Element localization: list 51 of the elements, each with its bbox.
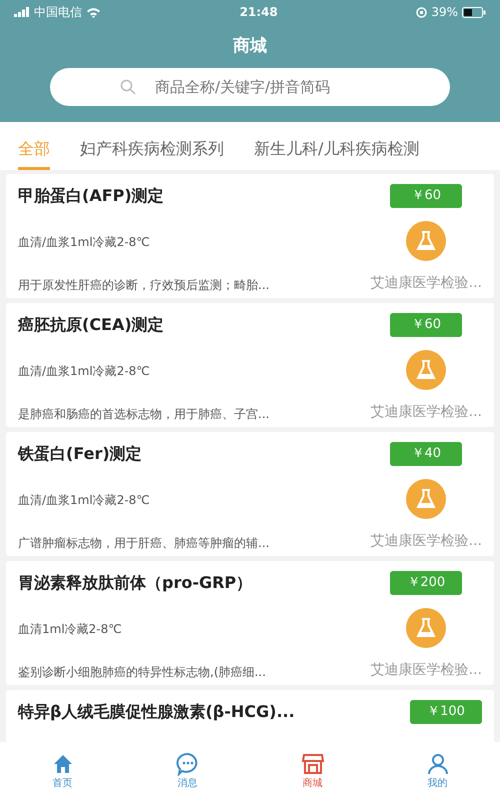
carrier-name: 中国电信	[34, 4, 82, 21]
chat-bubble-icon	[176, 752, 200, 776]
flask-icon	[406, 220, 446, 260]
person-icon	[426, 752, 450, 776]
search-field[interactable]: 商品全称/关键字/拼音简码	[50, 68, 450, 106]
wifi-icon	[86, 6, 101, 18]
signal-icon	[14, 7, 30, 17]
product-title: 癌胚抗原(CEA)测定	[18, 314, 165, 336]
product-card[interactable]: 癌胚抗原(CEA)测定 血清/血浆1ml冷藏2-8℃ 是肺癌和肠癌的首选标志物，用于肺癌、子宫... ￥60 艾迪康医学检验...	[6, 303, 494, 427]
price-button[interactable]: ￥100	[410, 700, 482, 724]
storefront-icon	[300, 752, 324, 776]
price-button[interactable]: ￥40	[390, 442, 462, 466]
status-time: 21:48	[238, 4, 279, 21]
nav-tab[interactable]: 首页	[0, 750, 125, 792]
product-description: 用于原发性肝癌的诊断，疗效预后监测；畸胎...	[18, 277, 270, 294]
product-title: 铁蛋白(Fer)测定	[18, 443, 143, 465]
sample-spec: 血清/血浆1ml冷藏2-8℃	[18, 492, 151, 509]
sample-spec: 血清/血浆1ml冷藏2-8℃	[18, 363, 151, 380]
sample-spec: 血清/血浆1ml冷藏2-8℃	[18, 234, 151, 251]
category-tab[interactable]: 妇产科疾病检测系列	[80, 129, 224, 170]
product-description: 广谱肿瘤标志物，用于肝癌、肺癌等肿瘤的辅...	[18, 535, 270, 552]
price-button[interactable]: ￥200	[390, 571, 462, 595]
product-card[interactable]: 铁蛋白(Fer)测定 血清/血浆1ml冷藏2-8℃ 广谱肿瘤标志物，用于肝癌、肺癌等肿瘤的辅... ￥40 艾迪康医学检验...	[6, 432, 494, 556]
category-tab[interactable]: 全部	[18, 129, 50, 170]
product-title: 特异β人绒毛膜促性腺激素(β-HCG)...	[18, 701, 296, 723]
nav-tab[interactable]: 我的	[375, 750, 500, 792]
category-tab[interactable]: 新生儿科/儿科疾病检测	[254, 129, 420, 170]
flask-icon	[406, 608, 446, 648]
product-title: 甲胎蛋白(AFP)测定	[18, 185, 165, 207]
rotation-lock-icon	[416, 6, 428, 18]
nav-tab[interactable]: 商城	[250, 750, 375, 792]
sample-spec: 血清1ml冷藏2-8℃	[18, 621, 123, 638]
flask-icon	[406, 350, 446, 390]
battery-percent: 39%	[431, 4, 458, 21]
vendor-name: 艾迪康医学检验...	[370, 274, 482, 293]
battery-icon	[462, 6, 486, 18]
price-button[interactable]: ￥60	[390, 313, 462, 337]
product-title: 胃泌素释放肽前体（pro-GRP）	[18, 572, 254, 594]
product-card[interactable]: 胃泌素释放肽前体（pro-GRP） 血清1ml冷藏2-8℃ 鉴别诊断小细胞肺癌的特异性标志物,(肺癌细... ￥200 艾迪康医学检验...	[6, 561, 494, 685]
search-icon	[120, 78, 136, 94]
price-button[interactable]: ￥60	[390, 184, 462, 208]
product-card[interactable]: 甲胎蛋白(AFP)测定 血清/血浆1ml冷藏2-8℃ 用于原发性肝癌的诊断，疗效预后监测；畸胎... ￥60 艾迪康医学检验...	[6, 174, 494, 298]
product-card[interactable]: 特异β人绒毛膜促性腺激素(β-HCG)... ￥100	[6, 690, 494, 742]
vendor-name: 艾迪康医学检验...	[370, 661, 482, 680]
vendor-name: 艾迪康医学检验...	[370, 403, 482, 422]
product-description: 是肺癌和肠癌的首选标志物，用于肺癌、子宫...	[18, 406, 270, 423]
product-description: 鉴别诊断小细胞肺癌的特异性标志物,(肺癌细...	[18, 664, 267, 681]
flask-icon	[406, 478, 446, 518]
page-title: 商城	[232, 35, 268, 58]
vendor-name: 艾迪康医学检验...	[370, 532, 482, 551]
nav-tab[interactable]: 消息	[125, 750, 250, 792]
